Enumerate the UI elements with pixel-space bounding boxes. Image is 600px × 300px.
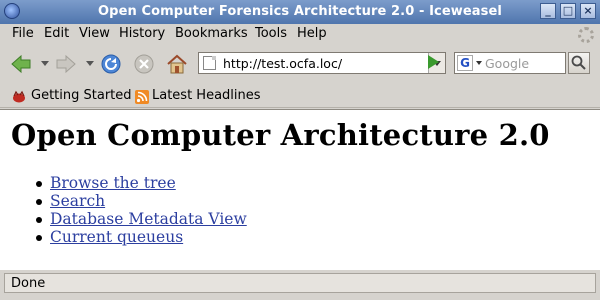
rss-feed-icon xyxy=(135,90,149,104)
status-text: Done xyxy=(11,276,46,291)
menu-help[interactable]: Help xyxy=(297,26,327,41)
list-item: Search xyxy=(30,192,247,210)
reload-icon[interactable] xyxy=(100,53,122,75)
list-item: Browse the tree xyxy=(30,174,247,192)
bookmark-latest-headlines[interactable]: Latest Headlines xyxy=(152,88,261,103)
address-bar[interactable]: http://test.ocfa.loc/ xyxy=(198,52,446,74)
bookmarks-toolbar: Getting Started Latest Headlines xyxy=(0,85,600,108)
database-metadata-view-link[interactable]: Database Metadata View xyxy=(50,210,247,228)
search-link[interactable]: Search xyxy=(50,192,105,210)
menu-bar: File Edit View History Bookmarks Tools H… xyxy=(0,24,600,46)
close-button[interactable]: × xyxy=(580,3,596,19)
list-item: Database Metadata View xyxy=(30,210,247,228)
page-content: Open Computer Architecture 2.0 Browse th… xyxy=(0,109,600,270)
list-item: Current queueus xyxy=(30,228,247,246)
search-box[interactable]: G Google xyxy=(454,52,566,74)
window-title: Open Computer Forensics Architecture 2.0… xyxy=(98,4,502,19)
search-button[interactable] xyxy=(568,52,590,74)
go-icon[interactable] xyxy=(428,55,439,69)
getting-started-icon xyxy=(13,90,25,103)
forward-history-dropdown-icon[interactable] xyxy=(86,61,94,66)
menu-file[interactable]: File xyxy=(12,26,34,41)
menu-edit[interactable]: Edit xyxy=(44,26,69,41)
back-arrow-icon[interactable] xyxy=(10,53,32,75)
menu-history[interactable]: History xyxy=(119,26,165,41)
magnifier-icon xyxy=(571,55,586,70)
page-title: Open Computer Architecture 2.0 xyxy=(11,118,550,152)
search-input[interactable]: Google xyxy=(485,56,529,71)
google-engine-icon[interactable]: G xyxy=(457,55,473,71)
menu-tools[interactable]: Tools xyxy=(255,26,287,41)
status-bar: Done xyxy=(4,273,596,293)
back-history-dropdown-icon[interactable] xyxy=(41,61,49,66)
current-queues-link[interactable]: Current queueus xyxy=(50,228,183,246)
minimize-button[interactable]: _ xyxy=(540,3,556,19)
link-list: Browse the tree Search Database Metadata… xyxy=(30,174,247,246)
menu-view[interactable]: View xyxy=(79,26,110,41)
stop-icon[interactable] xyxy=(133,53,155,75)
menu-bookmarks[interactable]: Bookmarks xyxy=(175,26,248,41)
navigation-toolbar: http://test.ocfa.loc/ G Google xyxy=(0,46,600,82)
url-text[interactable]: http://test.ocfa.loc/ xyxy=(223,56,342,71)
title-bar: Open Computer Forensics Architecture 2.0… xyxy=(0,0,600,24)
engine-dropdown-icon[interactable] xyxy=(476,61,482,65)
page-icon xyxy=(203,56,216,70)
bookmark-getting-started[interactable]: Getting Started xyxy=(31,88,132,103)
throbber-icon xyxy=(578,27,594,43)
maximize-button[interactable]: □ xyxy=(560,3,576,19)
forward-arrow-icon[interactable] xyxy=(55,53,77,75)
browse-tree-link[interactable]: Browse the tree xyxy=(50,174,176,192)
home-icon[interactable] xyxy=(166,53,188,75)
